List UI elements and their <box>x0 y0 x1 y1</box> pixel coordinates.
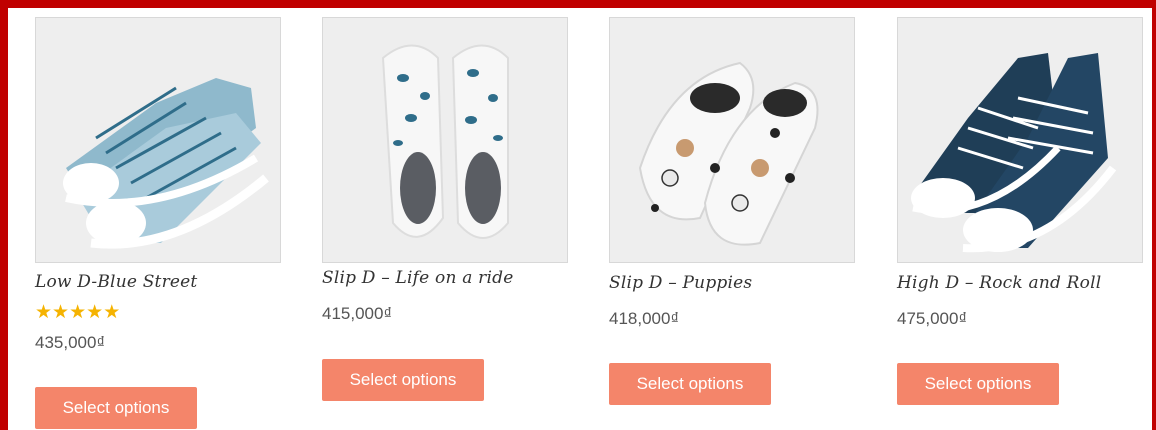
sneaker-image <box>36 18 280 262</box>
star-icon: ★ <box>69 302 87 323</box>
slip-on-shoe-image <box>610 18 854 262</box>
select-options-button[interactable]: Select options <box>609 363 771 405</box>
product-image-low-d-blue-street[interactable] <box>35 17 281 263</box>
slip-on-shoe-image <box>323 18 567 262</box>
star-icon: ★ <box>52 302 70 323</box>
product-image-slip-d-life-on-a-ride[interactable] <box>322 17 568 263</box>
select-options-button[interactable]: Select options <box>897 363 1059 405</box>
star-icon: ★ <box>86 302 104 323</box>
product-name[interactable]: High D – Rock and Roll <box>897 273 1101 293</box>
product-price: 435,000₫ <box>35 333 106 352</box>
product-price: 475,000₫ <box>897 309 968 328</box>
product-image-high-d-rock-and-roll[interactable] <box>897 17 1143 263</box>
product-image-slip-d-puppies[interactable] <box>609 17 855 263</box>
product-name[interactable]: Slip D – Life on a ride <box>322 268 513 288</box>
select-options-button[interactable]: Select options <box>35 387 197 429</box>
rating-stars: ★ ★ ★ ★ ★ <box>35 303 120 322</box>
high-top-sneaker-image <box>898 18 1142 262</box>
product-name[interactable]: Slip D – Puppies <box>609 273 752 293</box>
product-price: 415,000₫ <box>322 304 393 323</box>
star-icon: ★ <box>35 302 53 323</box>
select-options-button[interactable]: Select options <box>322 359 484 401</box>
star-icon: ★ <box>103 302 121 323</box>
product-price: 418,000₫ <box>609 309 680 328</box>
product-name[interactable]: Low D-Blue Street <box>35 272 197 292</box>
